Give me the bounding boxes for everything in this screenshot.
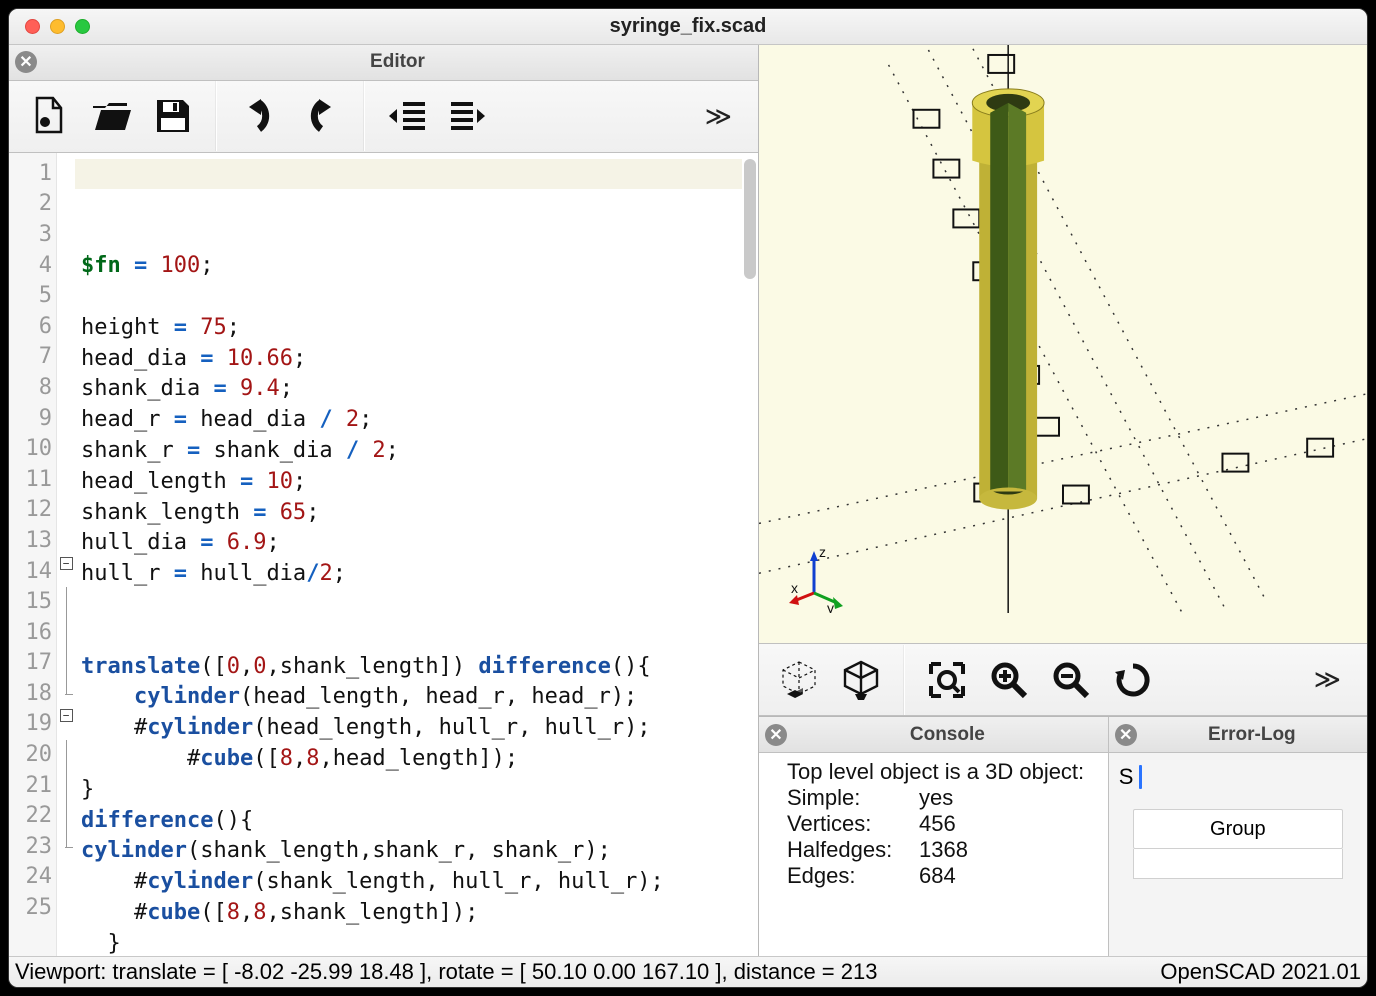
window-title: syringe_fix.scad — [9, 15, 1367, 38]
undo-button[interactable] — [233, 93, 285, 139]
separator — [903, 645, 905, 715]
editor-tab-header: ✕ Editor — [9, 45, 758, 81]
svg-text:z: z — [819, 544, 826, 560]
viewer-toolbar: ≫ — [759, 644, 1367, 716]
separator — [215, 81, 217, 151]
console-row: Halfedges:1368 — [769, 837, 1098, 863]
viewport-status-text: Viewport: translate = [ -8.02 -25.99 18.… — [15, 959, 877, 985]
minimize-window-icon[interactable] — [50, 19, 65, 34]
console-row-value: 1368 — [919, 837, 968, 863]
new-file-button[interactable] — [23, 93, 75, 139]
close-icon[interactable]: ✕ — [1115, 724, 1137, 746]
errorlog-tab-label: Error-Log — [1137, 724, 1367, 746]
console-row-label: Halfedges: — [769, 837, 919, 863]
toolbar-overflow-button[interactable]: ≫ — [1302, 658, 1353, 701]
zoom-out-button[interactable] — [1045, 657, 1097, 703]
toolbar-overflow-button[interactable]: ≫ — [693, 95, 744, 138]
fold-toggle-icon[interactable]: − — [60, 557, 73, 570]
bottom-panels: ✕ Console Top level object is a 3D objec… — [759, 716, 1367, 956]
line-number-gutter: 1234567891011121314151617181920212223242… — [9, 153, 57, 957]
console-row-label: Vertices: — [769, 811, 919, 837]
errorlog-column-header[interactable]: Group — [1133, 809, 1343, 849]
fold-column[interactable]: −− — [57, 153, 75, 957]
console-row-value: yes — [919, 785, 953, 811]
console-row-label: Simple: — [769, 785, 919, 811]
view-all-button[interactable] — [921, 657, 973, 703]
errorlog-filter-input[interactable]: S — [1119, 763, 1149, 791]
console-row: Simple:yes — [769, 785, 1098, 811]
console-output[interactable]: Top level object is a 3D object: Simple:… — [759, 753, 1108, 956]
errorlog-panel: ✕ Error-Log S Group — [1108, 717, 1367, 956]
console-row-value: 684 — [919, 863, 956, 889]
code-text[interactable]: $fn = 100; height = 75; head_dia = 10.66… — [81, 251, 752, 956]
console-tab-header: ✕ Console — [759, 717, 1108, 753]
render-button[interactable] — [835, 657, 887, 703]
open-file-button[interactable] — [85, 93, 137, 139]
console-heading: Top level object is a 3D object: — [769, 759, 1098, 785]
editor-tab-label: Editor — [37, 51, 758, 73]
redo-button[interactable] — [295, 93, 347, 139]
console-row: Edges:684 — [769, 863, 1098, 889]
main-area: ✕ Editor — [9, 45, 1367, 957]
console-tab-label: Console — [787, 724, 1108, 746]
errorlog-filter-text: S — [1119, 764, 1134, 790]
close-icon[interactable]: ✕ — [15, 51, 37, 73]
errorlog-table-body[interactable] — [1133, 849, 1343, 879]
editor-toolbar: ≫ — [9, 81, 758, 153]
close-window-icon[interactable] — [25, 19, 40, 34]
svg-text:x: x — [791, 580, 798, 596]
close-icon[interactable]: ✕ — [765, 724, 787, 746]
errorlog-tab-header: ✕ Error-Log — [1109, 717, 1367, 753]
window-controls — [9, 19, 90, 34]
app-version-text: OpenSCAD 2021.01 — [1160, 959, 1361, 985]
console-panel: ✕ Console Top level object is a 3D objec… — [759, 717, 1108, 956]
preview-button[interactable] — [773, 657, 825, 703]
indent-button[interactable] — [443, 93, 495, 139]
errorlog-body: S Group — [1109, 753, 1367, 956]
unindent-button[interactable] — [381, 93, 433, 139]
separator — [363, 81, 365, 151]
axes-indicator: z x y — [789, 543, 859, 613]
zoom-window-icon[interactable] — [75, 19, 90, 34]
right-column: z x y — [759, 45, 1367, 957]
save-button[interactable] — [147, 93, 199, 139]
editor-panel: ✕ Editor — [9, 45, 759, 957]
titlebar: syringe_fix.scad — [9, 9, 1367, 45]
zoom-in-button[interactable] — [983, 657, 1035, 703]
svg-text:y: y — [827, 600, 834, 613]
console-row-value: 456 — [919, 811, 956, 837]
console-row: Vertices:456 — [769, 811, 1098, 837]
preview-render — [759, 45, 1367, 613]
code-editor[interactable]: 1234567891011121314151617181920212223242… — [9, 153, 758, 957]
preview-viewport[interactable]: z x y — [759, 45, 1367, 645]
app-window: syringe_fix.scad ✕ Editor — [8, 8, 1368, 988]
code-area[interactable]: $fn = 100; height = 75; head_dia = 10.66… — [75, 153, 758, 957]
text-cursor-icon — [1139, 765, 1142, 789]
status-bar: Viewport: translate = [ -8.02 -25.99 18.… — [9, 956, 1367, 987]
current-line-highlight — [75, 159, 742, 189]
fold-toggle-icon[interactable]: − — [60, 709, 73, 722]
reset-view-button[interactable] — [1107, 657, 1159, 703]
console-row-label: Edges: — [769, 863, 919, 889]
